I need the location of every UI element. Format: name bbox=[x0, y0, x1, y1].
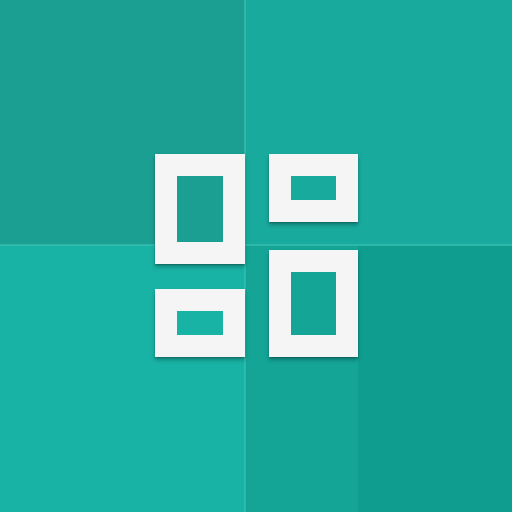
tile-wide-top-right-icon bbox=[269, 154, 358, 222]
horizontal-divider bbox=[0, 244, 512, 246]
tile-tall-bottom-right-icon bbox=[269, 250, 358, 357]
background-shade-bottom-right bbox=[358, 246, 512, 512]
background-quadrant-bottom-left bbox=[0, 245, 245, 512]
app-icon bbox=[0, 0, 512, 512]
tile-tall-top-left-icon bbox=[155, 154, 245, 264]
tile-wide-bottom-left-icon bbox=[155, 289, 245, 357]
